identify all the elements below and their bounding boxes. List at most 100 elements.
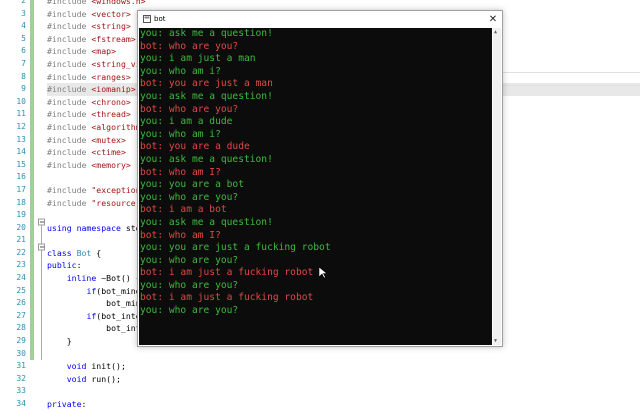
console-line-you: you: i am a dude: [140, 116, 233, 128]
code-token: class: [47, 247, 77, 258]
code-token: #include: [47, 159, 92, 170]
line-number: 16: [16, 172, 26, 182]
code-token: bot_mind: [47, 298, 146, 309]
line-number: 12: [16, 121, 26, 131]
line-number-gutter: 2 3 4 5 6 7 8 9 10 11 12 13 14 15 16 17 18 19 20 21 22 23 24 25…: [0, 0, 26, 411]
console-line-you: you: ask me a question!: [140, 28, 273, 39]
code-token: private: [47, 399, 82, 409]
code-token: "exception: [91, 184, 141, 195]
code-token: Bot: [76, 247, 92, 258]
code-line[interactable]: [47, 348, 640, 361]
line-number: 24: [16, 273, 26, 283]
code-token: #include: [47, 109, 92, 120]
code-line[interactable]: #include <windows.h>: [47, 0, 640, 8]
code-token: if: [86, 285, 97, 296]
scroll-down-icon[interactable]: ▼: [494, 338, 497, 344]
close-button[interactable]: ✕: [484, 11, 502, 28]
line-number: 8: [21, 71, 26, 81]
line-number: 27: [16, 310, 26, 320]
code-token: #include: [47, 33, 92, 44]
line-number: 7: [21, 58, 26, 68]
code-line[interactable]: private:: [47, 398, 640, 411]
console-line-you: you: who am i?: [140, 65, 221, 77]
code-token: bot_int: [47, 323, 141, 334]
line-number: 6: [21, 46, 26, 56]
code-token: }: [47, 336, 72, 347]
line-number: 23: [16, 260, 26, 270]
code-token: <chrono>: [91, 96, 131, 107]
code-token: using namespace: [47, 222, 126, 233]
line-number: 13: [16, 134, 26, 144]
code-token: #include: [47, 147, 92, 158]
code-line[interactable]: void run();: [47, 373, 640, 386]
line-number: 26: [16, 298, 26, 308]
line-number: 14: [16, 147, 26, 157]
code-token: if: [86, 310, 97, 321]
console-scrollbar[interactable]: ▲ ▼: [493, 28, 501, 345]
code-token: inline: [66, 273, 97, 284]
fold-margin[interactable]: [38, 0, 46, 360]
console-line-you: you: you are just a fucking robot: [140, 242, 331, 254]
console-line-bot: bot: who am I?: [140, 166, 221, 178]
code-token: <thread>: [91, 109, 131, 120]
console-line-bot: bot: i am a bot: [140, 204, 227, 216]
line-number: 2: [21, 0, 26, 5]
code-line[interactable]: [47, 385, 640, 398]
line-number: 32: [16, 373, 26, 383]
code-token: {: [91, 247, 102, 258]
console-line-bot: bot: who are you?: [140, 103, 239, 115]
line-number: 4: [21, 21, 26, 31]
line-number: 15: [16, 159, 26, 169]
code-token: #include: [47, 71, 92, 82]
console-line-you: you: who am i?: [140, 128, 221, 140]
scroll-up-icon[interactable]: ▲: [494, 29, 497, 35]
console-line-bot: bot: you are a dude: [140, 141, 250, 153]
code-token: <mutex>: [91, 134, 126, 145]
code-token: <string>: [91, 21, 131, 32]
code-token: #include: [47, 84, 92, 95]
code-token: <ctime>: [91, 147, 126, 158]
code-token: #include: [47, 184, 92, 195]
console-window[interactable]: bot ✕ you: ask me a question! bot: who ar…: [137, 10, 503, 347]
line-number: 31: [16, 361, 26, 371]
console-line-bot: bot: who am I?: [140, 229, 221, 241]
line-number: 29: [16, 336, 26, 346]
line-number: 18: [16, 197, 26, 207]
code-token: void: [66, 361, 87, 372]
app-icon: [143, 15, 151, 23]
code-token: "resource.: [91, 197, 141, 208]
console-line-you: you: who are you?: [140, 279, 239, 291]
code-token: #include: [47, 96, 92, 107]
code-line[interactable]: void init();: [47, 360, 640, 373]
console-line-you: you: ask me a question!: [140, 90, 273, 102]
console-line-you: you: who are you?: [140, 191, 239, 203]
code-token: <windows.h>: [91, 0, 146, 6]
code-token: #include: [47, 134, 92, 145]
console-line-you: you: i am just a man: [140, 53, 256, 65]
line-number: 11: [16, 109, 26, 119]
mouse-cursor-icon: [318, 264, 328, 283]
line-number: 34: [16, 399, 26, 408]
line-number: 19: [16, 210, 26, 220]
console-line-you: you: ask me a question!: [140, 153, 273, 165]
code-token: <map>: [91, 46, 117, 57]
code-token: <vector>: [91, 8, 131, 19]
code-token: #include: [47, 121, 92, 132]
code-token: #include: [47, 46, 92, 57]
code-token: :: [76, 260, 82, 271]
close-icon: ✕: [488, 14, 498, 25]
console-line-you: you: who are you?: [140, 254, 239, 266]
line-number: 25: [16, 285, 26, 295]
line-number: 28: [16, 323, 26, 333]
line-number: 22: [16, 247, 26, 257]
code-token: public: [47, 260, 77, 271]
code-token: <ranges>: [91, 71, 131, 82]
console-output[interactable]: you: ask me a question! bot: who are you?…: [139, 28, 492, 345]
code-token: #include: [47, 8, 92, 19]
code-token: (bot_inte: [96, 310, 141, 321]
console-line-you: you: ask me a question!: [140, 216, 273, 228]
console-titlebar[interactable]: bot ✕: [138, 11, 502, 28]
